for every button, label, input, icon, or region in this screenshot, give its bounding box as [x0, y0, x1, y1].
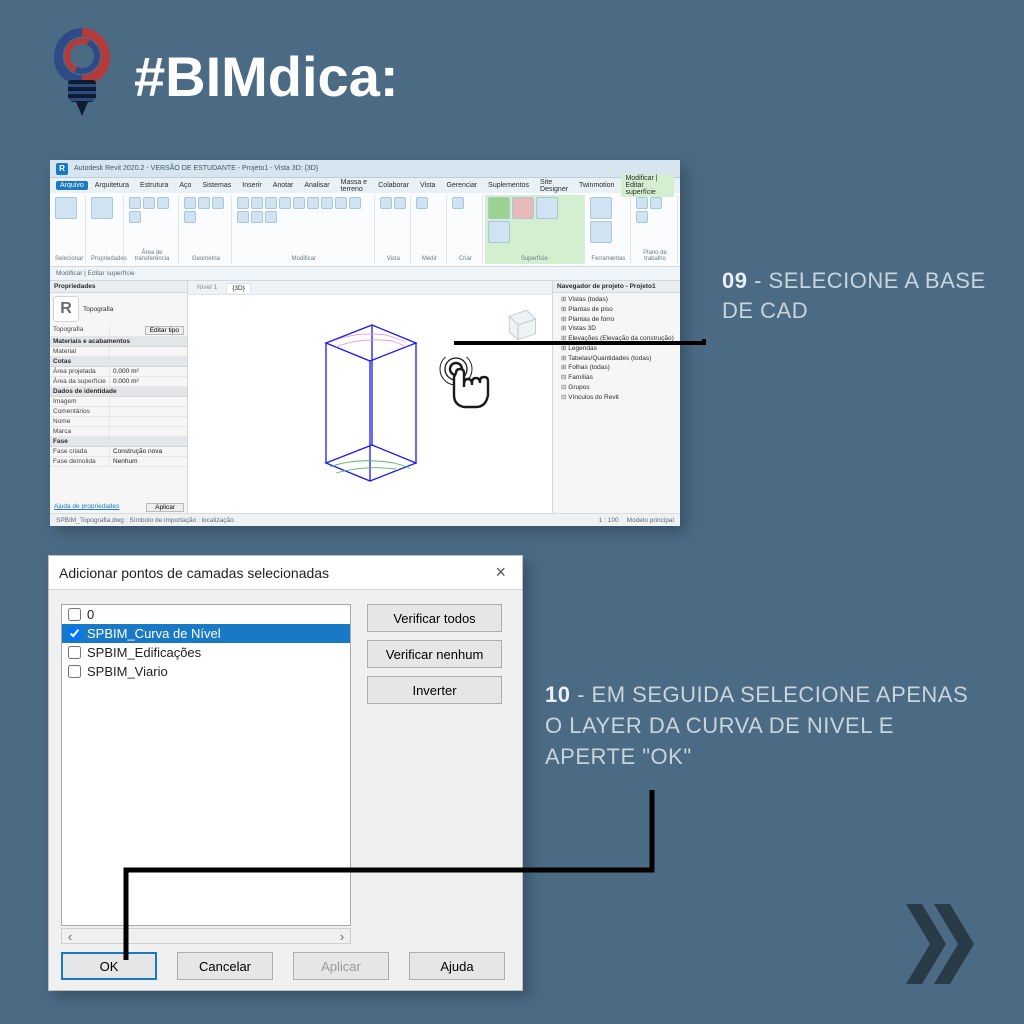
menu-item[interactable]: Arquitetura — [91, 181, 133, 190]
invert-button[interactable]: Inverter — [367, 676, 502, 704]
view-tab-active[interactable]: {3D} — [226, 283, 251, 293]
browser-header: Navegador de projeto - Projeto1 — [553, 281, 680, 293]
revit-type-icon: R — [53, 296, 79, 322]
type-name: Topografia — [83, 306, 113, 313]
layer-checkbox[interactable] — [68, 665, 81, 678]
property-group: Dados de identidade — [50, 387, 187, 397]
menu-item[interactable]: Anotar — [269, 181, 298, 190]
status-model: Modelo principal — [627, 517, 674, 524]
next-chevrons-icon[interactable] — [906, 904, 976, 984]
browser-item[interactable]: ⊟ Vínculos do Revit — [561, 393, 678, 403]
properties-panel: Propriedades R Topografia TopografiaEdit… — [50, 281, 188, 513]
dialog-title: Adicionar pontos de camadas selecionadas — [59, 565, 329, 581]
step-10-label: 10 - EM SEGUIDA SELECIONE APENAS O LAYER… — [545, 680, 985, 772]
bulb-icon — [50, 28, 116, 124]
layer-row[interactable]: 0 — [62, 605, 350, 624]
menu-item[interactable]: Gerenciar — [442, 181, 481, 190]
menu-item[interactable]: Site Designer — [536, 178, 572, 194]
property-row[interactable]: Imagem — [50, 397, 187, 407]
menu-item[interactable]: Colaborar — [374, 181, 413, 190]
property-row[interactable]: Marca — [50, 427, 187, 437]
menu-item[interactable]: Vista — [416, 181, 439, 190]
layer-label: 0 — [87, 607, 94, 622]
edit-type-button[interactable]: Editar tipo — [145, 326, 184, 335]
property-group: Cotas — [50, 357, 187, 367]
revit-context-bar: Modificar | Editar superfície — [50, 267, 680, 281]
menu-item[interactable]: Modificar | Editar superfície — [621, 174, 674, 197]
property-row[interactable]: Nome — [50, 417, 187, 427]
layer-label: SPBIM_Curva de Nível — [87, 626, 221, 641]
view-tab[interactable]: Nível 1 — [192, 283, 222, 292]
status-scale: 1 : 100 — [599, 517, 619, 524]
property-group: Fase — [50, 437, 187, 447]
property-row[interactable]: Material — [50, 347, 187, 357]
layer-label: SPBIM_Viario — [87, 664, 168, 679]
menu-item[interactable]: Aço — [175, 181, 195, 190]
revit-titlebar: R Autodesk Revit 2020.2 - VERSÃO DE ESTU… — [50, 160, 680, 178]
revit-logo-icon: R — [56, 163, 68, 175]
menu-item[interactable]: Analisar — [300, 181, 333, 190]
cad-base-object[interactable] — [306, 317, 436, 503]
menu-item[interactable]: Inserir — [238, 181, 265, 190]
revit-status-bar: SPBIM_Topografia.dwg : Símbolo de import… — [50, 513, 680, 526]
revit-menu: Arquivo Arquitetura Estrutura Aço Sistem… — [50, 178, 680, 193]
browser-item[interactable]: ⊞ Vistas 3D — [561, 324, 678, 334]
browser-item[interactable]: ⊞ Plantas de piso — [561, 305, 678, 315]
properties-header: Propriedades — [50, 281, 187, 293]
project-browser: Navegador de projeto - Projeto1 ⊞ Vistas… — [552, 281, 680, 513]
layer-row[interactable]: SPBIM_Viario — [62, 662, 350, 681]
menu-item[interactable]: Sistemas — [198, 181, 235, 190]
layer-checkbox[interactable] — [68, 608, 81, 621]
menu-item[interactable]: Estrutura — [136, 181, 172, 190]
browser-item[interactable]: ⊞ Plantas de forro — [561, 315, 678, 325]
layer-label: SPBIM_Edificações — [87, 645, 201, 660]
layer-checkbox[interactable] — [68, 646, 81, 659]
connector-10 — [116, 790, 656, 966]
layer-checkbox[interactable] — [68, 627, 81, 640]
menu-item[interactable]: Twinmotion — [575, 181, 618, 190]
menu-item[interactable]: Massa e terreno — [337, 178, 372, 194]
revit-ribbon: Selecionar Propriedades Área de transfer… — [50, 193, 680, 267]
connector-09 — [454, 339, 722, 375]
property-row[interactable]: Fase criadaConstrução nova — [50, 447, 187, 457]
file-menu[interactable]: Arquivo — [56, 181, 88, 190]
properties-help-link[interactable]: Ajuda de propriedades — [54, 503, 119, 512]
menu-item[interactable]: Suplementos — [484, 181, 533, 190]
step-09-label: 09 - SELECIONE A BASE DE CAD — [722, 266, 992, 325]
revit-canvas[interactable]: Nível 1 {3D} — [188, 281, 552, 513]
check-all-button[interactable]: Verificar todos — [367, 604, 502, 632]
property-row[interactable]: Área projetada0.000 m² — [50, 367, 187, 377]
property-row[interactable]: Fase demolidaNenhum — [50, 457, 187, 467]
page-header: #BIMdica: — [0, 0, 1024, 142]
browser-item[interactable]: ⊟ Grupos — [561, 383, 678, 393]
page-title: #BIMdica: — [134, 44, 399, 109]
property-row[interactable]: Área da superfície0.000 m² — [50, 377, 187, 387]
view-tabs: Nível 1 {3D} — [188, 281, 552, 295]
check-none-button[interactable]: Verificar nenhum — [367, 640, 502, 668]
property-row[interactable]: Comentários — [50, 407, 187, 417]
revit-window-title: Autodesk Revit 2020.2 - VERSÃO DE ESTUDA… — [74, 165, 318, 172]
close-icon[interactable]: × — [489, 560, 512, 585]
property-group: Materiais e acabamentos — [50, 337, 187, 347]
browser-item[interactable]: ⊞ Vistas (todas) — [561, 295, 678, 305]
layer-row[interactable]: SPBIM_Curva de Nível — [62, 624, 350, 643]
status-left: SPBIM_Topografia.dwg : Símbolo de import… — [56, 517, 234, 524]
layer-row[interactable]: SPBIM_Edificações — [62, 643, 350, 662]
properties-apply-button[interactable]: Aplicar — [146, 503, 184, 512]
